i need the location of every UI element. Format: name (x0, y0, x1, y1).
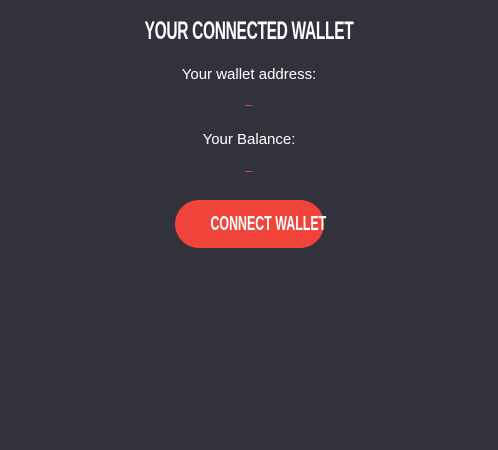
connect-wallet-button-label: CONNECT WALLET (210, 212, 327, 235)
connect-wallet-button[interactable]: CONNECT WALLET (175, 200, 327, 248)
wallet-panel: YOUR CONNECTED WALLET Your wallet addres… (0, 0, 498, 450)
wallet-address-value: – (245, 97, 253, 112)
wallet-address-label: Your wallet address: (181, 66, 317, 83)
wallet-title: YOUR CONNECTED WALLET (144, 17, 354, 45)
wallet-balance-value: – (245, 163, 253, 178)
wallet-balance-label: Your Balance: (202, 131, 296, 148)
